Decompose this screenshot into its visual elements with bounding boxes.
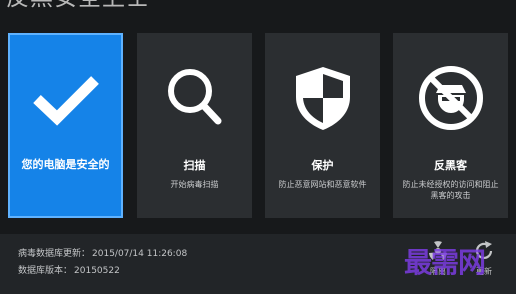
shield-icon xyxy=(288,63,358,133)
magnifier-icon xyxy=(160,63,230,133)
quarantine-label: 隔离 xyxy=(430,267,446,276)
db-update-info: 病毒数据库更新： 2015/07/14 11:26:08 xyxy=(18,246,187,259)
db-version-label: 数据库版本： xyxy=(18,266,73,276)
quarantine-icon xyxy=(429,241,447,260)
tile-scan-label: 扫描 xyxy=(183,159,206,172)
tile-protect[interactable]: 保护 防止恶意网站和恶意软件 xyxy=(265,33,380,218)
tile-scan-description: 开始病毒扫描 xyxy=(170,180,219,189)
db-update-label: 病毒数据库更新： xyxy=(18,249,91,259)
tile-scan[interactable]: 扫描 开始病毒扫描 xyxy=(137,33,252,218)
tile-protect-description: 防止恶意网站和恶意软件 xyxy=(278,180,367,189)
tile-status-label: 您的电脑是安全的 xyxy=(21,158,110,171)
tile-antihacker-label: 反黑客 xyxy=(434,159,467,172)
update-label: 更新 xyxy=(476,267,492,276)
status-footer: 病毒数据库更新： 2015/07/14 11:26:08 数据库版本： 201505… xyxy=(0,234,516,294)
db-update-value: 2015/07/14 11:26:08 xyxy=(92,249,188,259)
quarantine-button[interactable]: 隔离 xyxy=(420,240,456,286)
db-version-value: 20150522 xyxy=(74,266,120,276)
tile-status[interactable]: 您的电脑是安全的 xyxy=(8,33,123,218)
tile-protect-label: 保护 xyxy=(311,159,334,172)
checkmark-icon xyxy=(31,63,101,133)
refresh-icon xyxy=(475,241,493,260)
db-version-info: 数据库版本： 20150522 xyxy=(18,263,120,276)
hacker-block-icon xyxy=(416,63,486,133)
app-title: 反黑安全卫士 xyxy=(6,0,150,12)
tile-antihacker-description: 防止未经授权的访问和阻止黑客的攻击 xyxy=(402,180,499,200)
update-button[interactable]: 更新 xyxy=(466,240,502,286)
tile-antihacker[interactable]: 反黑客 防止未经授权的访问和阻止黑客的攻击 xyxy=(393,33,508,218)
